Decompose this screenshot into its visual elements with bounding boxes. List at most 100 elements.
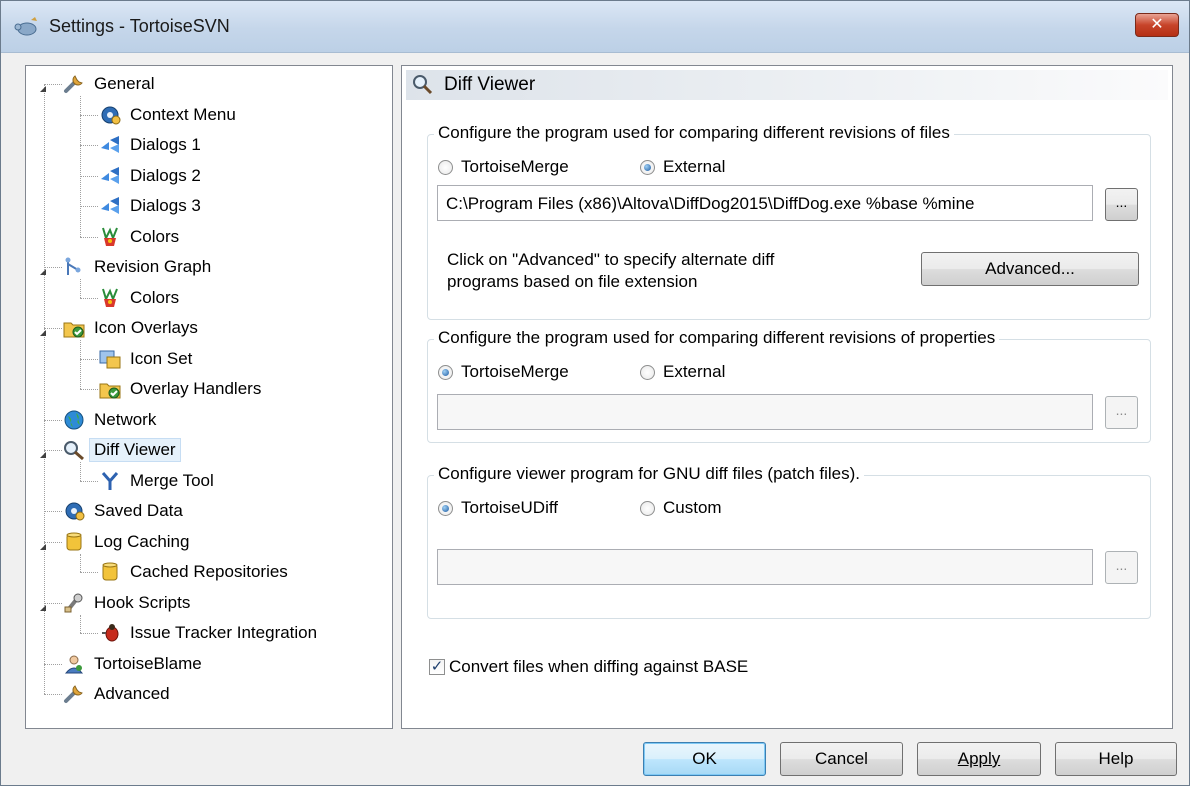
tree-item-label: Dialogs 2 [130,165,201,185]
tree-connector-line [80,358,98,360]
settings-page: Diff Viewer Configure the program used f… [401,65,1173,729]
tree-connector-line [44,511,62,512]
apply-button[interactable]: Apply [917,742,1041,776]
tree-connector-line [80,340,81,389]
tree-item-network[interactable]: Network [62,406,156,434]
settings-tree[interactable]: General Context Menu Dialogs 1 Dialogs 2 Dia… [25,65,393,729]
tree-connector-line [44,419,62,421]
tree-item-label: Icon Overlays [94,318,198,337]
tree-item-cached-repositories[interactable]: Cached Repositories [98,558,288,586]
files-tortoisemerge-radio[interactable]: TortoiseMerge [438,157,569,177]
convert-files-checkbox[interactable]: ✓ Convert files when diffing against BAS… [429,657,748,677]
patch-viewer-legend: Configure viewer program for GNU diff fi… [434,464,865,484]
patch-viewer-group: Configure viewer program for GNU diff fi… [427,464,1151,619]
props-diff-program-input[interactable] [437,394,1093,430]
close-button[interactable]: ✕ [1135,13,1179,37]
cancel-button-label: Cancel [815,749,868,768]
tree-item-label: Revision Graph [94,257,212,276]
properties-diff-legend: Configure the program used for comparing… [434,328,1000,348]
tree-item-icon-overlays[interactable]: Icon Overlays [62,314,198,342]
files-external-radio[interactable]: External [640,157,725,177]
tree-item-label: Colors [130,226,180,246]
radio-indicator [438,159,453,175]
tree-item-diff-viewer[interactable]: Diff Viewer [62,436,181,464]
page-header: Diff Viewer [406,70,1168,100]
tree-item-label: TortoiseBlame [94,653,202,673]
tree-item-tortoiseblame[interactable]: TortoiseBlame [62,650,202,678]
files-diff-program-input[interactable]: C:\Program Files (x86)\Altova\DiffDog201… [437,185,1093,221]
tree-item-hook-scripts[interactable]: Hook Scripts [62,589,190,617]
tree-connector-line [80,297,98,299]
advanced-button-label: Advanced... [985,259,1075,278]
icon-set-icon [98,348,122,370]
ok-button-label: OK [692,749,717,768]
tree-item-dialogs-1[interactable]: Dialogs 1 [98,131,201,159]
palette-icon [98,226,122,248]
tree-item-dialogs-2[interactable]: Dialogs 2 [98,162,201,190]
files-diff-legend: Configure the program used for comparing… [434,123,954,143]
tree-expander-icon[interactable] [38,323,48,336]
tree-item-merge-tool[interactable]: Merge Tool [98,467,214,495]
help-button[interactable]: Help [1055,742,1177,776]
tree-item-icon-set[interactable]: Icon Set [98,345,192,373]
tree-item-label: Diff Viewer [89,438,181,462]
tree-item-general[interactable]: General [62,70,154,98]
tree-connector-line [80,553,81,572]
advanced-hint-line2: programs based on file extension [447,272,698,291]
files-browse-button[interactable]: ... [1105,188,1138,221]
tree-connector-line [80,206,98,207]
close-icon: ✕ [1150,16,1164,33]
tree-connector-line [80,572,98,573]
props-browse-button[interactable]: ... [1105,396,1138,429]
ok-button[interactable]: OK [643,742,766,776]
globe-icon [62,409,86,431]
tree-item-label: Context Menu [130,104,236,124]
tree-expander-icon[interactable] [38,445,48,458]
dialogs-icon [98,195,122,217]
patch-custom-radio[interactable]: Custom [640,498,722,518]
apply-button-label: Apply [957,749,1001,768]
cancel-button[interactable]: Cancel [780,742,903,776]
settings-window: Settings - TortoiseSVN ✕ General Context … [0,0,1190,786]
patch-tortoiseudiff-radio[interactable]: TortoiseUDiff [438,498,558,518]
tree-connector-line [80,614,81,633]
tree-item-context-menu[interactable]: Context Menu [98,101,236,129]
checkbox-indicator: ✓ [429,658,445,675]
magnifier-icon [62,439,86,461]
tree-item-log-caching[interactable]: Log Caching [62,528,189,556]
radio-indicator [438,500,453,516]
tree-item-overlay-handlers[interactable]: Overlay Handlers [98,375,261,403]
tree-connector-line [80,114,98,116]
tree-connector-line [44,663,62,665]
props-external-label: External [663,362,726,381]
tree-expander-icon[interactable] [38,79,48,92]
advanced-button[interactable]: Advanced... [921,252,1139,286]
patch-tortoiseudiff-label: TortoiseUDiff [461,498,558,517]
patch-browse-button[interactable]: ... [1105,551,1138,584]
tree-item-colors[interactable]: Colors [98,223,179,251]
tree-item-issue-tracker-integration[interactable]: Issue Tracker Integration [98,619,317,647]
tree-item-colors[interactable]: Colors [98,284,179,312]
advanced-hint-line1: Click on "Advanced" to specify alternate… [447,250,775,269]
files-external-label: External [663,157,726,176]
gear-icon [98,104,122,126]
title-bar[interactable]: Settings - TortoiseSVN ✕ [1,1,1189,53]
tree-item-dialogs-3[interactable]: Dialogs 3 [98,192,201,220]
props-tortoisemerge-radio[interactable]: TortoiseMerge [438,362,569,382]
tree-expander-icon[interactable] [38,262,48,275]
tree-item-label: Saved Data [94,501,183,520]
props-external-radio[interactable]: External [640,362,725,382]
dialogs-icon [98,165,122,187]
tree-item-advanced[interactable]: Advanced [62,680,170,708]
tree-expander-icon[interactable] [38,598,48,611]
props-tortoisemerge-label: TortoiseMerge [461,362,569,381]
tree-item-revision-graph[interactable]: Revision Graph [62,253,211,281]
tree-connector-line [80,145,98,146]
tree-item-saved-data[interactable]: Saved Data [62,497,183,525]
patch-viewer-program-input[interactable] [437,549,1093,585]
tree-expander-icon[interactable] [38,537,48,550]
tree-connector-line [80,96,81,237]
tree-connector-line [80,462,81,481]
tree-item-label: Hook Scripts [94,592,191,612]
tree-item-label: Dialogs 1 [130,135,201,154]
